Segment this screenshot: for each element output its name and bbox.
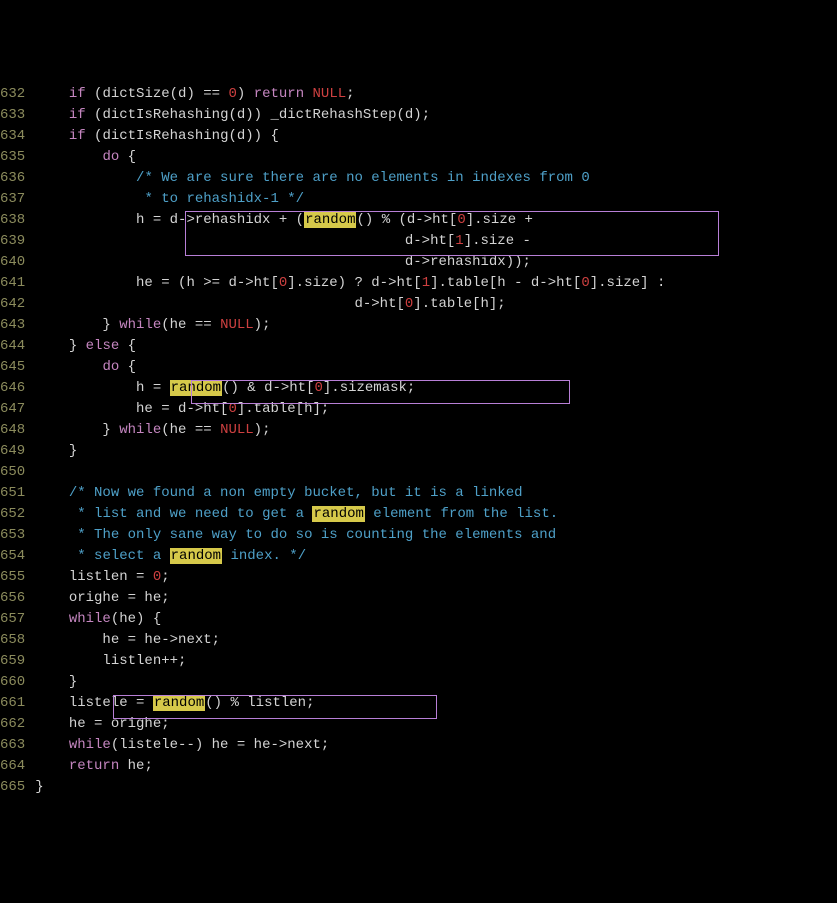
code-line[interactable]: * to rehashidx-1 */	[35, 189, 837, 210]
code-line[interactable]: * select a random index. */	[35, 546, 837, 567]
line-number: 649	[0, 441, 25, 462]
code-line[interactable]: listele = random() % listlen;	[35, 693, 837, 714]
line-number: 665	[0, 777, 25, 798]
line-number: 655	[0, 567, 25, 588]
line-number: 650	[0, 462, 25, 483]
line-number: 639	[0, 231, 25, 252]
line-number: 651	[0, 483, 25, 504]
code-line[interactable]: while(he) {	[35, 609, 837, 630]
line-number: 658	[0, 630, 25, 651]
code-line[interactable]: h = random() & d->ht[0].sizemask;	[35, 378, 837, 399]
line-number: 646	[0, 378, 25, 399]
line-number: 633	[0, 105, 25, 126]
line-number: 632	[0, 84, 25, 105]
code-line[interactable]: d->ht[1].size -	[35, 231, 837, 252]
code-line[interactable]: }	[35, 672, 837, 693]
code-line[interactable]: he = (h >= d->ht[0].size) ? d->ht[1].tab…	[35, 273, 837, 294]
line-number: 641	[0, 273, 25, 294]
code-line[interactable]: he = d->ht[0].table[h];	[35, 399, 837, 420]
code-line[interactable]: orighe = he;	[35, 588, 837, 609]
line-number: 652	[0, 504, 25, 525]
code-line[interactable]: }	[35, 441, 837, 462]
line-number: 637	[0, 189, 25, 210]
line-number: 642	[0, 294, 25, 315]
line-number: 638	[0, 210, 25, 231]
code-line[interactable]: do {	[35, 357, 837, 378]
code-line[interactable]: he = he->next;	[35, 630, 837, 651]
code-line[interactable]: d->rehashidx));	[35, 252, 837, 273]
line-number: 660	[0, 672, 25, 693]
code-line[interactable]: while(listele--) he = he->next;	[35, 735, 837, 756]
code-line[interactable]	[35, 462, 837, 483]
line-number: 643	[0, 315, 25, 336]
code-line[interactable]: } while(he == NULL);	[35, 315, 837, 336]
code-line[interactable]: if (dictIsRehashing(d)) _dictRehashStep(…	[35, 105, 837, 126]
line-number: 661	[0, 693, 25, 714]
code-line[interactable]: do {	[35, 147, 837, 168]
line-number: 654	[0, 546, 25, 567]
code-line[interactable]: }	[35, 777, 837, 798]
line-number: 636	[0, 168, 25, 189]
line-number: 635	[0, 147, 25, 168]
code-line[interactable]: * list and we need to get a random eleme…	[35, 504, 837, 525]
code-line[interactable]: listlen = 0;	[35, 567, 837, 588]
code-line[interactable]: } while(he == NULL);	[35, 420, 837, 441]
line-number: 659	[0, 651, 25, 672]
code-line[interactable]: h = d->rehashidx + (random() % (d->ht[0]…	[35, 210, 837, 231]
line-number: 662	[0, 714, 25, 735]
code-line[interactable]: if (dictIsRehashing(d)) {	[35, 126, 837, 147]
line-number: 653	[0, 525, 25, 546]
line-number: 640	[0, 252, 25, 273]
code-line[interactable]: d->ht[0].table[h];	[35, 294, 837, 315]
code-line[interactable]: * The only sane way to do so is counting…	[35, 525, 837, 546]
code-line[interactable]: listlen++;	[35, 651, 837, 672]
code-line[interactable]: /* We are sure there are no elements in …	[35, 168, 837, 189]
code-line[interactable]: } else {	[35, 336, 837, 357]
code-content[interactable]: if (dictSize(d) == 0) return NULL; if (d…	[35, 84, 837, 798]
code-line[interactable]: if (dictSize(d) == 0) return NULL;	[35, 84, 837, 105]
line-number: 656	[0, 588, 25, 609]
code-editor: 6326336346356366376386396406416426436446…	[0, 84, 837, 798]
line-number-gutter: 6326336346356366376386396406416426436446…	[0, 84, 35, 798]
line-number: 663	[0, 735, 25, 756]
code-line[interactable]: /* Now we found a non empty bucket, but …	[35, 483, 837, 504]
line-number: 634	[0, 126, 25, 147]
line-number: 647	[0, 399, 25, 420]
code-line[interactable]: return he;	[35, 756, 837, 777]
line-number: 644	[0, 336, 25, 357]
line-number: 657	[0, 609, 25, 630]
line-number: 664	[0, 756, 25, 777]
line-number: 648	[0, 420, 25, 441]
line-number: 645	[0, 357, 25, 378]
code-line[interactable]: he = orighe;	[35, 714, 837, 735]
